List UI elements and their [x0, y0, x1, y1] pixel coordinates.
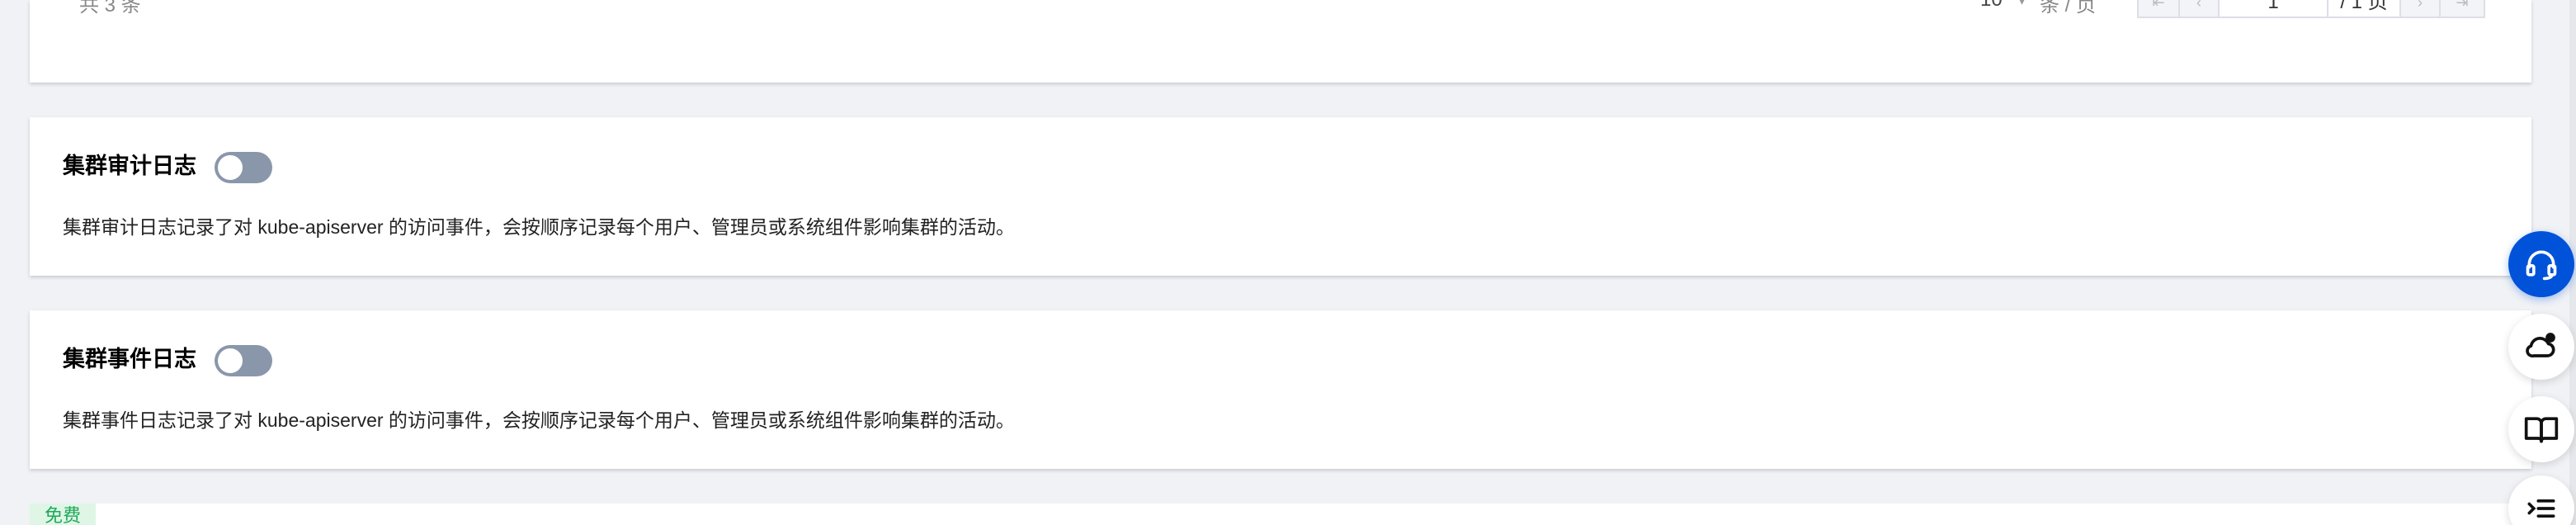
page: 共 3 条 10 ▾ 条 / 页 ⇤ ‹ 1 / 1 页 › ⇥ 集群审计日志 …: [0, 0, 2576, 525]
free-badge: 免费: [30, 504, 96, 525]
book-icon: [2524, 417, 2559, 443]
event-log-title: 集群事件日志: [63, 347, 196, 371]
first-page-button[interactable]: ⇤: [2137, 0, 2180, 18]
audit-log-toggle[interactable]: [215, 152, 272, 183]
page-number-input[interactable]: 1: [2218, 0, 2328, 18]
customer-service-button[interactable]: [2508, 231, 2574, 297]
last-page-button[interactable]: ⇥: [2439, 0, 2485, 18]
toggle-knob: [218, 155, 243, 180]
page-count-label: / 1 页: [2327, 0, 2401, 18]
list-indent-icon: [2527, 499, 2555, 518]
audit-log-card: 集群审计日志 集群审计日志记录了对 kube-apiserver 的访问事件，会…: [30, 117, 2531, 276]
next-page-button[interactable]: ›: [2399, 0, 2441, 18]
event-log-card: 集群事件日志 集群事件日志记录了对 kube-apiserver 的访问事件，会…: [30, 310, 2531, 469]
event-log-description: 集群事件日志记录了对 kube-apiserver 的访问事件，会按顺序记录每个…: [63, 409, 1015, 431]
total-count: 共 3 条: [79, 0, 141, 17]
audit-log-description: 集群审计日志记录了对 kube-apiserver 的访问事件，会按顺序记录每个…: [63, 216, 1015, 238]
documentation-button[interactable]: [2508, 396, 2574, 462]
menu-list-button[interactable]: [2508, 475, 2574, 525]
audit-log-title: 集群审计日志: [63, 154, 196, 178]
resource-list-card: 共 3 条 10 ▾ 条 / 页 ⇤ ‹ 1 / 1 页 › ⇥: [30, 0, 2531, 83]
headset-icon: [2526, 250, 2557, 281]
next-section-card: 免费: [30, 504, 2531, 525]
page-size-select[interactable]: 10: [1980, 0, 2003, 18]
page-size-suffix: 条 / 页: [2040, 0, 2097, 17]
cloud-alert-icon: [2526, 333, 2555, 358]
chevron-down-icon[interactable]: ▾: [2018, 0, 2026, 21]
cloud-alert-button[interactable]: [2508, 314, 2574, 380]
prev-page-button[interactable]: ‹: [2178, 0, 2220, 18]
event-log-toggle[interactable]: [215, 345, 272, 376]
toggle-knob: [218, 348, 243, 373]
